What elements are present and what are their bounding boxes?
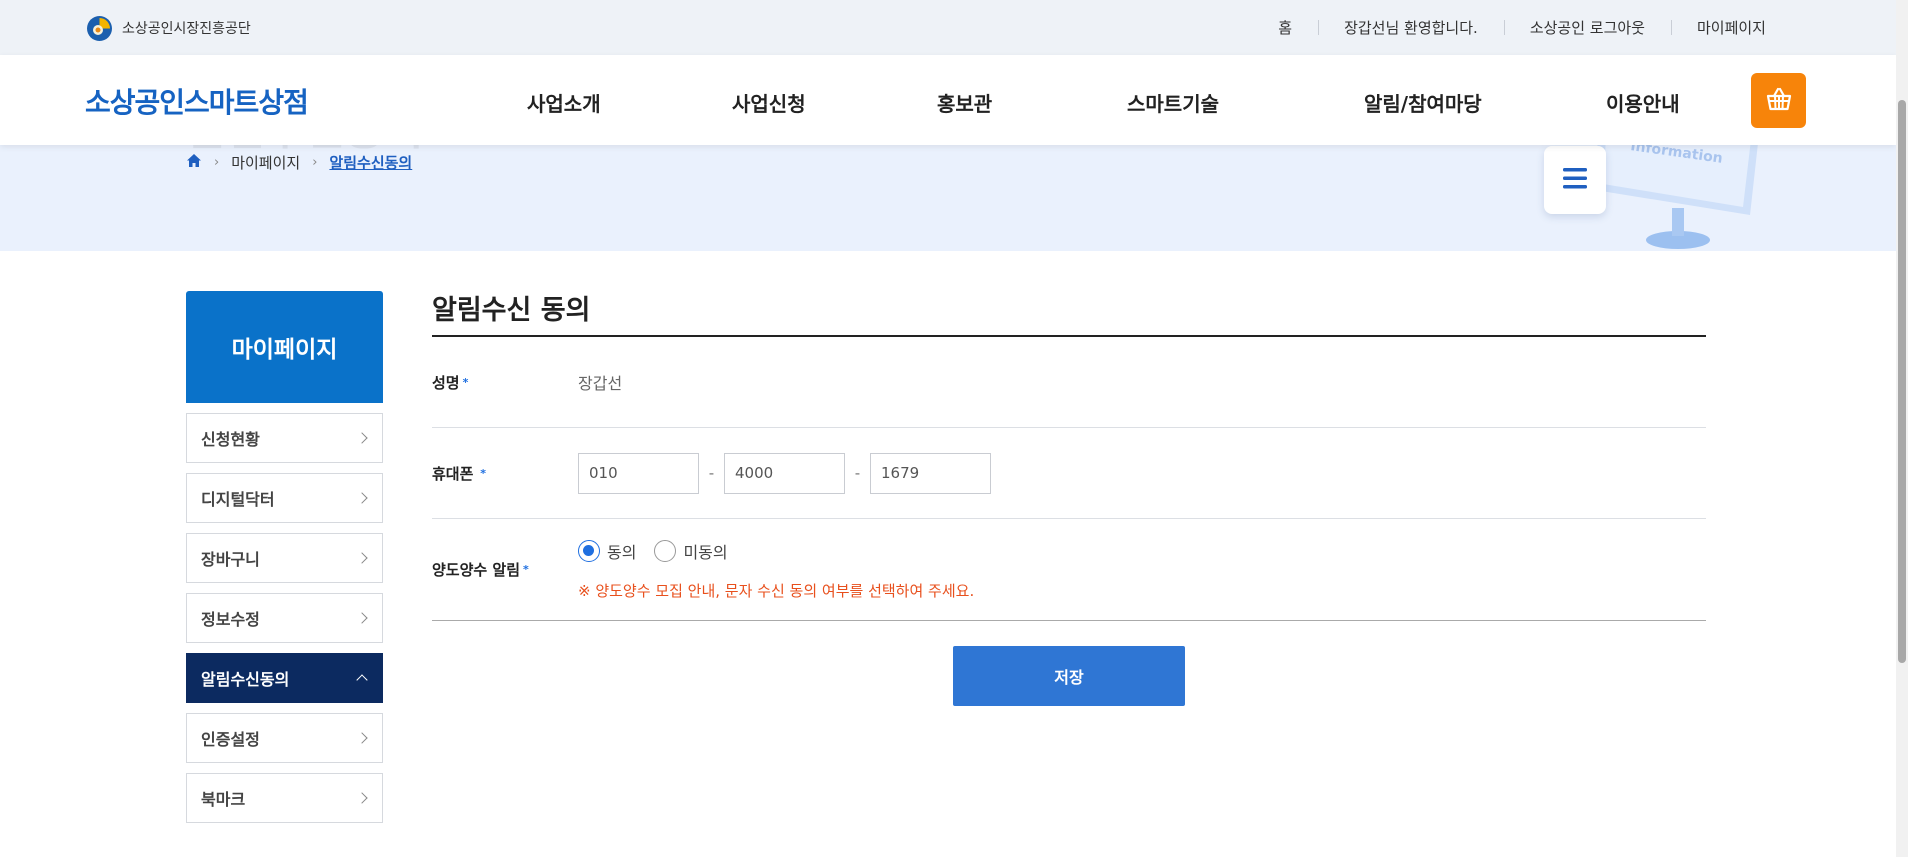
transfer-alert-options: 동의 미동의 ※ 양도양수 모집 안내, 문자 수신 동의 여부를 선택하여 주… <box>578 519 1706 620</box>
side-item-application-status[interactable]: 신청현황 <box>186 413 383 463</box>
name-row: 성명 * 장갑선 <box>432 337 1706 428</box>
home-icon[interactable] <box>186 153 202 172</box>
transfer-alert-row: 양도양수 알림 * 동의 미동의 ※ 양도양수 모집 안내, 문자 수신 동의 여… <box>432 519 1706 621</box>
chevron-right-icon: › <box>214 155 220 170</box>
chevron-right-icon <box>356 732 368 744</box>
radio-agree-label: 동의 <box>607 542 637 562</box>
name-label-text: 성명 <box>432 373 460 392</box>
phone-field-1[interactable] <box>578 452 699 494</box>
chevron-right-icon: › <box>312 155 318 170</box>
basket-icon <box>1765 85 1793 117</box>
side-item-label: 장바구니 <box>201 550 260 569</box>
required-icon: * <box>462 375 469 389</box>
chevron-right-icon <box>356 552 368 564</box>
scrollbar-thumb[interactable] <box>1898 100 1906 663</box>
nav-business-apply[interactable]: 사업신청 <box>732 88 806 117</box>
nav-guide[interactable]: 이용안내 <box>1606 88 1680 117</box>
chevron-right-icon <box>356 612 368 624</box>
side-item-label: 정보수정 <box>201 610 260 629</box>
transfer-alert-label: 양도양수 알림 * <box>432 519 578 620</box>
transfer-alert-label-text: 양도양수 알림 <box>432 561 521 579</box>
phone-field-2[interactable] <box>724 452 845 494</box>
side-item-digital-doctor[interactable]: 디지털닥터 <box>186 473 383 523</box>
org-logo-icon <box>86 15 113 42</box>
phone-label: 휴대폰 * <box>432 428 578 518</box>
side-item-label: 신청현황 <box>201 430 260 449</box>
required-icon: * <box>476 466 486 480</box>
chevron-right-icon <box>356 492 368 504</box>
side-item-notification-consent[interactable]: 알림수신동의 <box>186 653 383 703</box>
phone-field-3[interactable] <box>870 452 991 494</box>
name-label: 성명 * <box>432 337 578 427</box>
mypage-link[interactable]: 마이페이지 <box>1670 17 1766 38</box>
welcome-text: 장갑선님 환영합니다. <box>1318 17 1504 38</box>
main-header: 소상공인스마트상점 사업소개 사업신청 홍보관 스마트기술 알림/참여마당 이용… <box>0 55 1896 145</box>
radio-agree[interactable]: 동의 <box>578 539 636 563</box>
chevron-right-icon <box>356 432 368 444</box>
side-item-label: 북마크 <box>201 790 246 809</box>
hamburger-icon <box>1562 165 1588 195</box>
radio-checked-icon[interactable] <box>578 539 600 562</box>
phone-label-text: 휴대폰 <box>432 464 474 483</box>
side-item-edit-info[interactable]: 정보수정 <box>186 593 383 643</box>
save-button[interactable]: 저장 <box>953 646 1185 706</box>
side-item-label: 디지털닥터 <box>201 490 275 509</box>
cart-button[interactable] <box>1751 73 1806 128</box>
logout-link[interactable]: 소상공인 로그아웃 <box>1503 17 1671 38</box>
radio-unchecked-icon[interactable] <box>654 539 677 562</box>
side-item-cart[interactable]: 장바구니 <box>186 533 383 583</box>
consent-notice: ※ 양도양수 모집 안내, 문자 수신 동의 여부를 선택하여 주세요. <box>578 581 975 600</box>
phone-separator: - <box>854 464 861 482</box>
page-title: 알림수신 동의 <box>432 286 1706 337</box>
consent-radio-group: 동의 미동의 <box>578 539 728 563</box>
utility-links: 홈 장갑선님 환영합니다. 소상공인 로그아웃 마이페이지 <box>1252 0 1766 55</box>
side-item-bookmark[interactable]: 북마크 <box>186 773 383 823</box>
chevron-up-icon <box>356 674 368 686</box>
side-menu-title: 마이페이지 <box>186 291 383 403</box>
scrollbar[interactable] <box>1896 0 1908 857</box>
org-link[interactable]: 소상공인시장진흥공단 <box>86 15 251 41</box>
nav-promotion[interactable]: 홍보관 <box>937 88 992 117</box>
main-nav: 사업소개 사업신청 홍보관 스마트기술 알림/참여마당 이용안내 <box>0 55 1896 145</box>
breadcrumb-current[interactable]: 알림수신동의 <box>329 152 412 173</box>
phone-row: 휴대폰 * - - <box>432 428 1706 519</box>
chevron-right-icon <box>356 792 368 804</box>
button-area: 저장 <box>432 621 1706 706</box>
phone-fields: - - <box>578 428 1706 518</box>
nav-business-intro[interactable]: 사업소개 <box>527 88 601 117</box>
side-item-label: 알림수신동의 <box>201 670 290 689</box>
nav-notice-participation[interactable]: 알림/참여마당 <box>1364 88 1482 117</box>
side-item-auth-settings[interactable]: 인증설정 <box>186 713 383 763</box>
radio-disagree-label: 미동의 <box>683 542 728 562</box>
breadcrumb: › 마이페이지 › 알림수신동의 <box>186 152 412 173</box>
side-menu: 마이페이지 신청현황 디지털닥터 장바구니 정보수정 알림수신동의 인증설정 북… <box>186 291 383 823</box>
home-link[interactable]: 홈 <box>1252 17 1318 38</box>
menu-button[interactable] <box>1544 146 1606 214</box>
utility-bar: 소상공인시장진흥공단 홈 장갑선님 환영합니다. 소상공인 로그아웃 마이페이지 <box>0 0 1896 55</box>
org-name: 소상공인시장진흥공단 <box>122 21 251 37</box>
required-icon: * <box>523 563 529 576</box>
phone-separator: - <box>708 464 715 482</box>
main-content: 알림수신 동의 성명* 장갑선 휴대폰 * - - 양도양수 알림* 동의 <box>432 286 1706 706</box>
nav-smart-tech[interactable]: 스마트기술 <box>1127 88 1219 117</box>
side-item-label: 인증설정 <box>201 730 260 749</box>
breadcrumb-mypage[interactable]: 마이페이지 <box>231 152 300 173</box>
name-value: 장갑선 <box>578 374 623 393</box>
radio-disagree[interactable]: 미동의 <box>654 539 728 563</box>
